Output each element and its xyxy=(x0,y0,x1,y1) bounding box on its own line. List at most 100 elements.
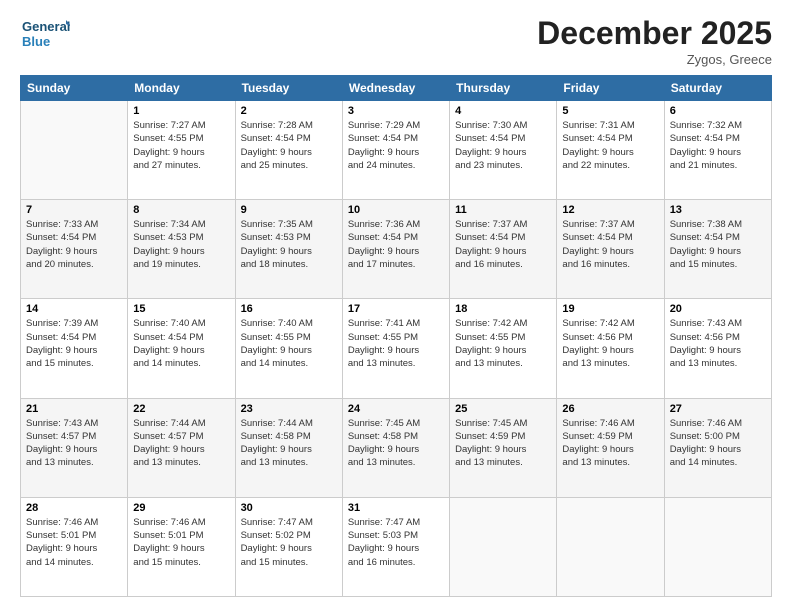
day-info: Sunrise: 7:44 AMSunset: 4:57 PMDaylight:… xyxy=(133,417,229,470)
table-row: 25 Sunrise: 7:45 AMSunset: 4:59 PMDayligh… xyxy=(450,398,557,497)
day-number: 10 xyxy=(348,204,444,216)
table-row: 2 Sunrise: 7:28 AMSunset: 4:54 PMDaylight… xyxy=(235,101,342,200)
day-number: 7 xyxy=(26,204,122,216)
table-row: 13 Sunrise: 7:38 AMSunset: 4:54 PMDayligh… xyxy=(664,200,771,299)
col-tuesday: Tuesday xyxy=(235,76,342,101)
day-info: Sunrise: 7:46 AMSunset: 5:00 PMDaylight:… xyxy=(670,417,766,470)
day-number: 12 xyxy=(562,204,658,216)
day-number: 9 xyxy=(241,204,337,216)
day-number: 26 xyxy=(562,403,658,415)
day-info: Sunrise: 7:38 AMSunset: 4:54 PMDaylight:… xyxy=(670,218,766,271)
table-row: 6 Sunrise: 7:32 AMSunset: 4:54 PMDaylight… xyxy=(664,101,771,200)
title-block: December 2025 Zygos, Greece xyxy=(537,15,772,67)
table-row: 14Sunrise: 7:39 AMSunset: 4:54 PMDayligh… xyxy=(21,299,128,398)
day-number: 6 xyxy=(670,105,766,117)
day-number: 25 xyxy=(455,403,551,415)
day-info: Sunrise: 7:34 AMSunset: 4:53 PMDaylight:… xyxy=(133,218,229,271)
calendar-header-row: Sunday Monday Tuesday Wednesday Thursday… xyxy=(21,76,772,101)
day-info: Sunrise: 7:35 AMSunset: 4:53 PMDaylight:… xyxy=(241,218,337,271)
day-info: Sunrise: 7:45 AMSunset: 4:58 PMDaylight:… xyxy=(348,417,444,470)
table-row: 16Sunrise: 7:40 AMSunset: 4:55 PMDayligh… xyxy=(235,299,342,398)
day-number: 29 xyxy=(133,502,229,514)
day-info: Sunrise: 7:41 AMSunset: 4:55 PMDaylight:… xyxy=(348,317,444,370)
col-friday: Friday xyxy=(557,76,664,101)
table-row: 9 Sunrise: 7:35 AMSunset: 4:53 PMDaylight… xyxy=(235,200,342,299)
table-row: 7Sunrise: 7:33 AMSunset: 4:54 PMDaylight… xyxy=(21,200,128,299)
day-number: 17 xyxy=(348,303,444,315)
table-row: 15 Sunrise: 7:40 AMSunset: 4:54 PMDayligh… xyxy=(128,299,235,398)
day-number: 14 xyxy=(26,303,122,315)
day-number: 15 xyxy=(133,303,229,315)
day-info: Sunrise: 7:45 AMSunset: 4:59 PMDaylight:… xyxy=(455,417,551,470)
day-info: Sunrise: 7:46 AMSunset: 4:59 PMDaylight:… xyxy=(562,417,658,470)
table-row: 4 Sunrise: 7:30 AMSunset: 4:54 PMDaylight… xyxy=(450,101,557,200)
day-info: Sunrise: 7:32 AMSunset: 4:54 PMDaylight:… xyxy=(670,119,766,172)
day-info: Sunrise: 7:46 AMSunset: 5:01 PMDaylight:… xyxy=(26,516,122,569)
table-row xyxy=(450,497,557,596)
table-row: 10 Sunrise: 7:36 AMSunset: 4:54 PMDayligh… xyxy=(342,200,449,299)
table-row: 5Sunrise: 7:31 AMSunset: 4:54 PMDaylight… xyxy=(557,101,664,200)
day-number: 31 xyxy=(348,502,444,514)
day-number: 16 xyxy=(241,303,337,315)
table-row: 30 Sunrise: 7:47 AMSunset: 5:02 PMDayligh… xyxy=(235,497,342,596)
day-info: Sunrise: 7:43 AMSunset: 4:57 PMDaylight:… xyxy=(26,417,122,470)
calendar-week-row: 21 Sunrise: 7:43 AMSunset: 4:57 PMDayligh… xyxy=(21,398,772,497)
table-row: 20 Sunrise: 7:43 AMSunset: 4:56 PMDayligh… xyxy=(664,299,771,398)
day-number: 20 xyxy=(670,303,766,315)
table-row: 17 Sunrise: 7:41 AMSunset: 4:55 PMDayligh… xyxy=(342,299,449,398)
day-number: 27 xyxy=(670,403,766,415)
day-number: 30 xyxy=(241,502,337,514)
day-number: 13 xyxy=(670,204,766,216)
table-row: 1Sunrise: 7:27 AMSunset: 4:55 PMDaylight… xyxy=(128,101,235,200)
col-wednesday: Wednesday xyxy=(342,76,449,101)
table-row xyxy=(21,101,128,200)
day-info: Sunrise: 7:44 AMSunset: 4:58 PMDaylight:… xyxy=(241,417,337,470)
col-sunday: Sunday xyxy=(21,76,128,101)
day-number: 3 xyxy=(348,105,444,117)
day-info: Sunrise: 7:30 AMSunset: 4:54 PMDaylight:… xyxy=(455,119,551,172)
day-number: 22 xyxy=(133,403,229,415)
day-number: 18 xyxy=(455,303,551,315)
day-number: 11 xyxy=(455,204,551,216)
day-number: 28 xyxy=(26,502,122,514)
day-info: Sunrise: 7:36 AMSunset: 4:54 PMDaylight:… xyxy=(348,218,444,271)
day-number: 2 xyxy=(241,105,337,117)
logo-svg: General Blue xyxy=(20,15,70,55)
day-info: Sunrise: 7:27 AMSunset: 4:55 PMDaylight:… xyxy=(133,119,229,172)
calendar-week-row: 14Sunrise: 7:39 AMSunset: 4:54 PMDayligh… xyxy=(21,299,772,398)
day-info: Sunrise: 7:43 AMSunset: 4:56 PMDaylight:… xyxy=(670,317,766,370)
logo: General Blue xyxy=(20,15,70,55)
calendar-table: Sunday Monday Tuesday Wednesday Thursday… xyxy=(20,75,772,597)
col-monday: Monday xyxy=(128,76,235,101)
table-row: 11 Sunrise: 7:37 AMSunset: 4:54 PMDayligh… xyxy=(450,200,557,299)
table-row: 22 Sunrise: 7:44 AMSunset: 4:57 PMDayligh… xyxy=(128,398,235,497)
table-row: 21 Sunrise: 7:43 AMSunset: 4:57 PMDayligh… xyxy=(21,398,128,497)
table-row: 18Sunrise: 7:42 AMSunset: 4:55 PMDayligh… xyxy=(450,299,557,398)
table-row: 3Sunrise: 7:29 AMSunset: 4:54 PMDaylight… xyxy=(342,101,449,200)
day-info: Sunrise: 7:47 AMSunset: 5:02 PMDaylight:… xyxy=(241,516,337,569)
day-info: Sunrise: 7:40 AMSunset: 4:54 PMDaylight:… xyxy=(133,317,229,370)
day-info: Sunrise: 7:42 AMSunset: 4:56 PMDaylight:… xyxy=(562,317,658,370)
table-row: 12 Sunrise: 7:37 AMSunset: 4:54 PMDayligh… xyxy=(557,200,664,299)
day-info: Sunrise: 7:47 AMSunset: 5:03 PMDaylight:… xyxy=(348,516,444,569)
day-info: Sunrise: 7:37 AMSunset: 4:54 PMDaylight:… xyxy=(562,218,658,271)
svg-text:Blue: Blue xyxy=(22,34,50,49)
day-number: 21 xyxy=(26,403,122,415)
table-row: 23 Sunrise: 7:44 AMSunset: 4:58 PMDayligh… xyxy=(235,398,342,497)
table-row xyxy=(557,497,664,596)
table-row: 24 Sunrise: 7:45 AMSunset: 4:58 PMDayligh… xyxy=(342,398,449,497)
page-header: General Blue December 2025 Zygos, Greece xyxy=(20,15,772,67)
col-saturday: Saturday xyxy=(664,76,771,101)
day-number: 24 xyxy=(348,403,444,415)
col-thursday: Thursday xyxy=(450,76,557,101)
day-number: 4 xyxy=(455,105,551,117)
day-number: 23 xyxy=(241,403,337,415)
day-number: 19 xyxy=(562,303,658,315)
day-number: 8 xyxy=(133,204,229,216)
table-row: 27 Sunrise: 7:46 AMSunset: 5:00 PMDayligh… xyxy=(664,398,771,497)
day-info: Sunrise: 7:28 AMSunset: 4:54 PMDaylight:… xyxy=(241,119,337,172)
day-info: Sunrise: 7:37 AMSunset: 4:54 PMDaylight:… xyxy=(455,218,551,271)
day-number: 5 xyxy=(562,105,658,117)
day-info: Sunrise: 7:46 AMSunset: 5:01 PMDaylight:… xyxy=(133,516,229,569)
table-row: 31 Sunrise: 7:47 AMSunset: 5:03 PMDayligh… xyxy=(342,497,449,596)
